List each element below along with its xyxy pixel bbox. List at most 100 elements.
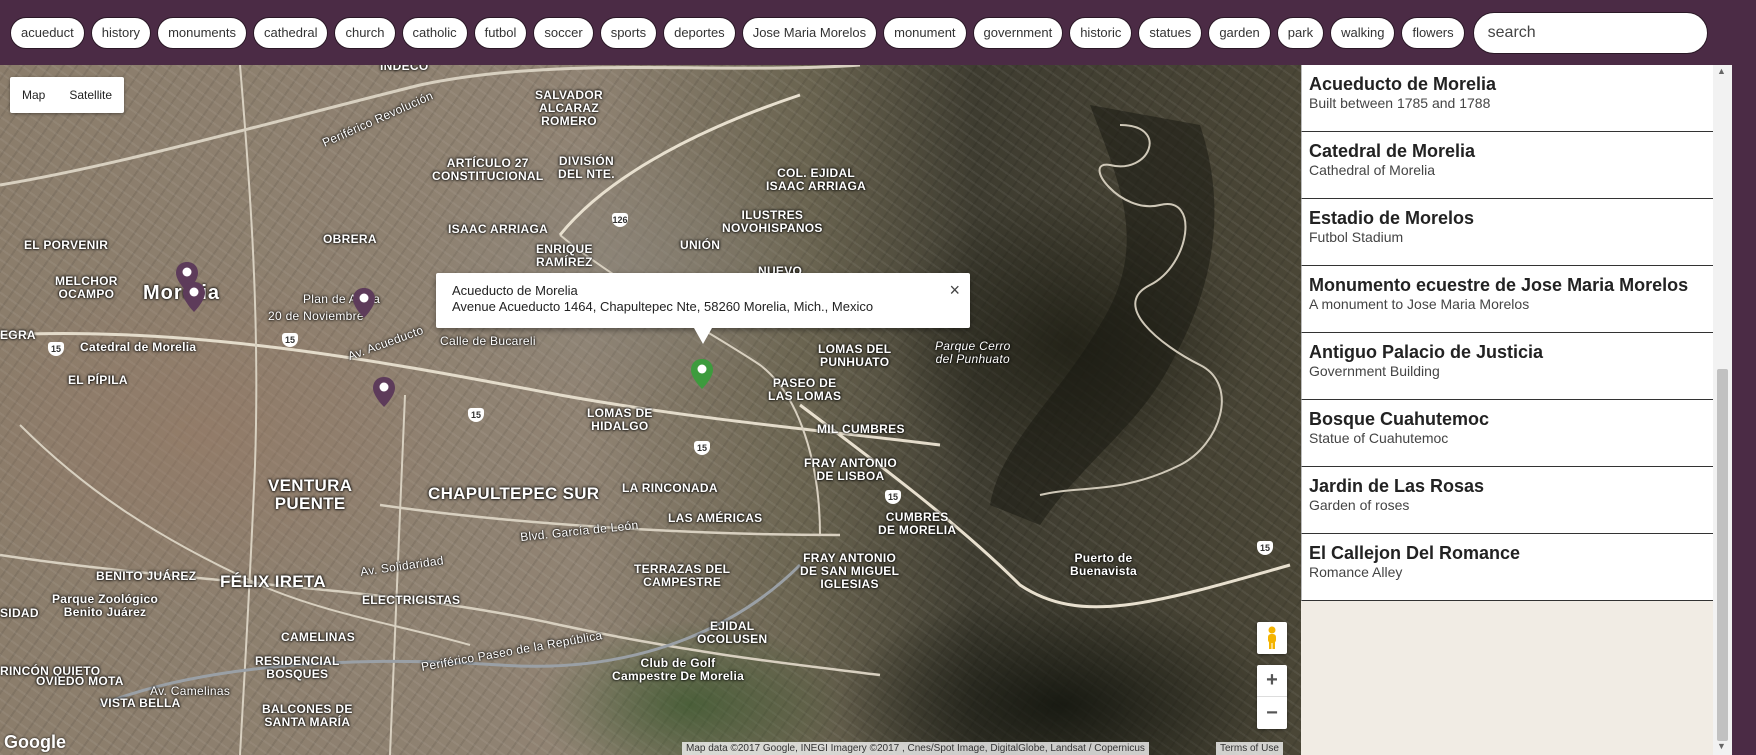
search-input[interactable] — [1472, 11, 1708, 54]
list-item[interactable]: Bosque Cuahutemoc Statue of Cuahutemoc — [1301, 400, 1713, 467]
place-name: Acueducto de Morelia — [1309, 74, 1497, 94]
map-label-terrazas: TERRAZAS DEL CAMPESTRE — [634, 562, 731, 589]
tag-catholic[interactable]: catholic — [401, 16, 468, 49]
tag-cathedral[interactable]: cathedral — [252, 16, 329, 49]
map-label-el-porvenir: EL PORVENIR — [24, 238, 109, 252]
road-north-south — [239, 65, 258, 755]
list-item[interactable]: El Callejon Del Romance Romance Alley — [1301, 534, 1713, 601]
tag-deportes[interactable]: deportes — [663, 16, 736, 49]
tag-sports[interactable]: sports — [599, 16, 658, 49]
terms-of-use-link[interactable]: Terms of Use — [1216, 742, 1283, 755]
map-label-la-rinconada: LA RINCONADA — [622, 481, 718, 495]
place-name: Bosque Cuahutemoc — [1309, 409, 1490, 429]
place-name: El Callejon Del Romance — [1309, 543, 1521, 563]
map-type-map-button[interactable]: Map — [10, 88, 57, 102]
map-marker-bosque[interactable] — [373, 377, 395, 407]
tag-government[interactable]: government — [972, 16, 1064, 49]
map-marker-palacio[interactable] — [353, 288, 375, 318]
tag-soccer[interactable]: soccer — [533, 16, 594, 49]
map-label-felix-ireta: FÉLIX IRETA — [220, 572, 326, 591]
map-label-balcones: BALCONES DE SANTA MARÍA — [262, 702, 353, 729]
zoom-control: + − — [1257, 665, 1287, 729]
map-label-obrera: OBRERA — [323, 232, 377, 246]
road-ventura — [389, 394, 406, 755]
place-name: Monumento ecuestre de Jose Maria Morelos — [1309, 275, 1689, 295]
map-label-vista-bella: VISTA BELLA — [100, 696, 181, 710]
tag-monuments[interactable]: monuments — [157, 16, 247, 49]
map-label-residencial-bosques: RESIDENCIAL BOSQUES — [255, 654, 340, 681]
place-description: Statue of Cuahutemoc — [1309, 430, 1449, 446]
map-label-division-norte: DIVISIÓN DEL NTE. — [558, 154, 615, 181]
map-label-club-golf: Club de Golf Campestre De Morelia — [612, 656, 745, 683]
info-window-title: Acueducto de Morelia — [452, 283, 578, 298]
place-description: Built between 1785 and 1788 — [1309, 95, 1491, 111]
zoom-in-button[interactable]: + — [1257, 665, 1287, 697]
place-description: Futbol Stadium — [1309, 229, 1404, 245]
tag-monument[interactable]: monument — [883, 16, 967, 49]
map-marker-callejon[interactable] — [183, 282, 205, 312]
map-label-20-noviembre: 20 de Noviembre — [268, 309, 364, 323]
tag-garden[interactable]: garden — [1208, 16, 1271, 49]
map-type-control: Map Satellite — [10, 77, 125, 113]
list-item[interactable]: Antiguo Palacio de Justicia Government B… — [1301, 333, 1713, 400]
mountain-ridge — [990, 105, 1215, 525]
map-label-lomas-punhuato: LOMAS DEL PUNHUATO — [818, 342, 892, 369]
map-label-chapultepec-sur: CHAPULTEPEC SUR — [428, 484, 600, 503]
map-marker-acueducto-selected[interactable] — [691, 359, 713, 389]
map-label-ejidal-ocolusen: EJIDAL OCOLUSEN — [697, 619, 768, 646]
map-label-enrique-ramirez: ENRIQUE RAMÍREZ — [536, 242, 593, 269]
tag-walking[interactable]: walking — [1330, 16, 1396, 49]
map-label-salvador-alcaraz: SALVADOR ALCARAZ ROMERO — [535, 88, 603, 128]
map-label-paseo-lomas: PASEO DE LAS LOMAS — [768, 376, 842, 403]
window-edge — [1732, 0, 1756, 755]
scrollbar-thumb[interactable] — [1717, 369, 1728, 741]
tag-futbol[interactable]: futbol — [473, 16, 528, 49]
tag-church[interactable]: church — [334, 16, 396, 49]
map-label-lomas-hidalgo: LOMAS DE HIDALGO — [587, 406, 653, 433]
map-label-zoologico: Parque Zoológico Benito Juárez — [52, 592, 159, 619]
street-view-pegman-icon[interactable] — [1257, 622, 1287, 654]
tag-park[interactable]: park — [1276, 16, 1325, 49]
map-label-ilustres: ILUSTRES NOVOHISPANOS — [722, 208, 823, 235]
zoom-out-button[interactable]: − — [1257, 697, 1287, 729]
map-label-oviedo-mota: OVIEDO MOTA — [36, 674, 124, 688]
list-item[interactable]: Acueducto de Morelia Built between 1785 … — [1301, 65, 1713, 132]
place-description: Cathedral of Morelia — [1309, 162, 1436, 178]
tag-jose-maria-morelos[interactable]: Jose Maria Morelos — [741, 16, 878, 49]
highway-shield: 126 — [612, 213, 628, 227]
map-label-egra: EGRA — [0, 328, 36, 342]
list-item[interactable]: Monumento ecuestre de Jose Maria Morelos… — [1301, 266, 1713, 333]
place-name: Catedral de Morelia — [1309, 141, 1476, 161]
place-description: Garden of roses — [1309, 497, 1410, 513]
tag-acueduct[interactable]: acueduct — [10, 16, 85, 49]
google-logo: Google — [4, 732, 66, 752]
map-canvas[interactable]: INDECO SALVADOR ALCARAZ ROMERO ARTÍCULO … — [0, 65, 1301, 755]
list-item[interactable]: Estadio de Morelos Futbol Stadium — [1301, 199, 1713, 266]
map-attribution: Map data ©2017 Google, INEGI Imagery ©20… — [682, 742, 1149, 755]
map-label-camelinas: CAMELINAS — [281, 630, 356, 644]
scroll-up-icon[interactable]: ▲ — [1717, 66, 1726, 76]
tag-statues[interactable]: statues — [1138, 16, 1203, 49]
info-window-address: Avenue Acueducto 1464, Chapultepec Nte, … — [452, 299, 874, 314]
map-label-col-ejidal: COL. EJIDAL ISAAC ARRIAGA — [766, 166, 867, 193]
scroll-down-icon[interactable]: ▼ — [1717, 741, 1726, 751]
info-window: Acueducto de Morelia Avenue Acueducto 14… — [436, 273, 970, 344]
list-scrollbar[interactable]: ▲ ▼ — [1713, 65, 1732, 755]
map-label-puerto-buenavista: Puerto de Buenavista — [1070, 551, 1138, 578]
place-description: Romance Alley — [1309, 564, 1403, 580]
map-label-melchor-ocampo: MELCHOR OCAMPO — [55, 274, 118, 301]
list-item[interactable]: Jardin de Las Rosas Garden of roses — [1301, 467, 1713, 534]
tag-historic[interactable]: historic — [1069, 16, 1133, 49]
map-label-sidad: SIDAD — [0, 606, 39, 620]
tag-bar: acueduct history monuments cathedral chu… — [0, 0, 1732, 65]
tag-flowers[interactable]: flowers — [1401, 16, 1465, 49]
road-periferico — [0, 65, 861, 187]
map-type-satellite-button[interactable]: Satellite — [57, 88, 124, 102]
map-label-benito-juarez: BENITO JUÁREZ — [96, 569, 197, 583]
place-description: A monument to Jose Maria Morelos — [1309, 296, 1530, 312]
list-item[interactable]: Catedral de Morelia Cathedral of Morelia — [1301, 132, 1713, 199]
map-label-mil-cumbres: MIL CUMBRES — [817, 422, 905, 436]
tag-history[interactable]: history — [90, 16, 152, 49]
map-label-indeco: INDECO — [380, 65, 429, 73]
close-icon[interactable]: × — [949, 281, 960, 299]
